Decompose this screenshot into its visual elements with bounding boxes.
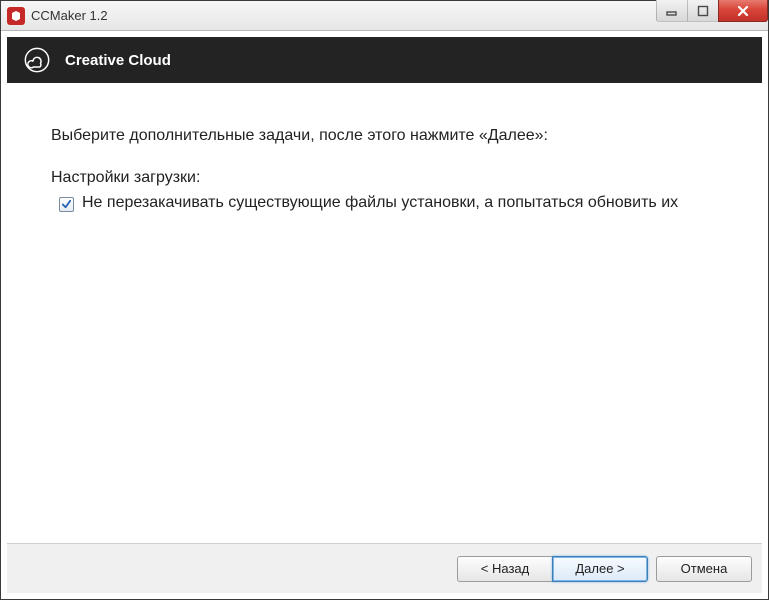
- next-button[interactable]: Далее >: [552, 556, 648, 582]
- brand-label: Creative Cloud: [65, 52, 171, 69]
- section-label: Настройки загрузки:: [51, 169, 718, 187]
- instruction-text: Выберите дополнительные задачи, после эт…: [51, 127, 718, 145]
- footer: < Назад Далее > Отмена: [7, 543, 762, 593]
- header-band: Creative Cloud: [7, 37, 762, 83]
- app-icon: [7, 7, 25, 25]
- titlebar[interactable]: CCMaker 1.2: [1, 1, 768, 31]
- content-area: Выберите дополнительные задачи, после эт…: [7, 83, 762, 543]
- back-button[interactable]: < Назад: [457, 556, 553, 582]
- option-row: Не перезакачивать существующие файлы уст…: [51, 193, 718, 214]
- window-title: CCMaker 1.2: [31, 8, 108, 23]
- option-label: Не перезакачивать существующие файлы уст…: [82, 193, 678, 214]
- cancel-button[interactable]: Отмена: [656, 556, 752, 582]
- maximize-button[interactable]: [687, 0, 719, 22]
- minimize-button[interactable]: [656, 0, 688, 22]
- nav-button-group: < Назад Далее >: [457, 556, 648, 582]
- close-button[interactable]: [718, 0, 768, 22]
- window-controls: [657, 0, 768, 22]
- option-checkbox[interactable]: [59, 197, 74, 212]
- creative-cloud-icon: [23, 46, 51, 74]
- app-window: CCMaker 1.2 Creative Cloud Выберите допо…: [0, 0, 769, 600]
